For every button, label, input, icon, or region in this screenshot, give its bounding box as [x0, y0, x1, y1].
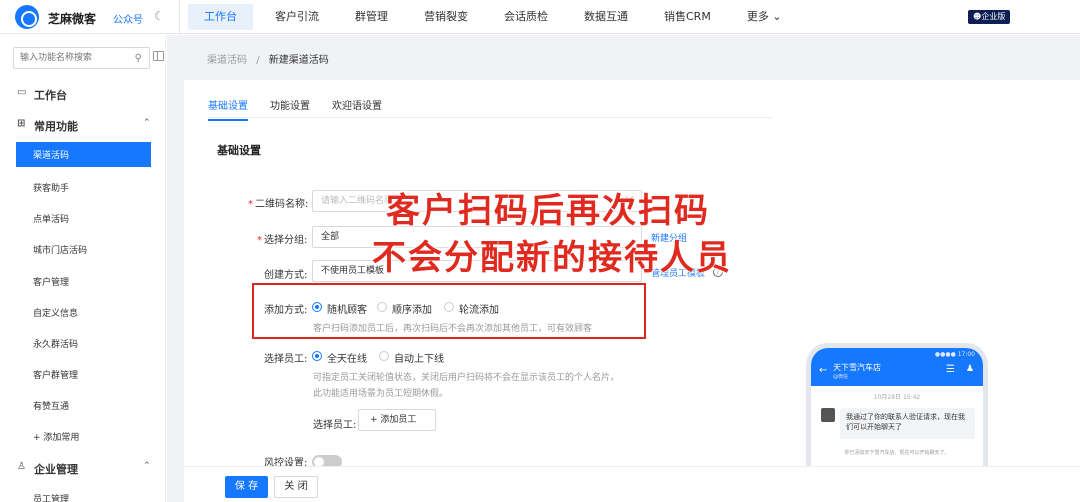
annotation-line-2: 不会分配新的接待人员 [372, 238, 732, 278]
user-icon: ♟ [965, 364, 974, 374]
qr-name-label: * 二维码名称: [248, 199, 309, 210]
back-arrow-icon: ← [819, 365, 828, 376]
nav-session-inspection[interactable]: 会话质检 [490, 0, 562, 34]
form-footer [184, 466, 1080, 502]
brand-name: 芝麻微客 [48, 12, 97, 26]
staff-label: 选择员工: [264, 354, 308, 365]
add-staff-button[interactable]: + 添加员工 [358, 409, 436, 431]
enterprise-badge: ☻企业版 [968, 10, 1011, 24]
nav-customer-acquisition[interactable]: 客户引流 [261, 0, 333, 34]
sidebar-item-label: + 添加常用 [33, 433, 80, 443]
phone-header: ●●●● 17:00 ← 天下雪汽车店 @微信 ☰ ♟ [811, 348, 983, 386]
sidebar-item-label: 客户管理 [33, 278, 70, 288]
topbar-divider [179, 0, 180, 34]
sidebar-group-label: 企业管理 [34, 463, 78, 476]
top-bar: 芝麻微客 公众号 ☾ 工作台 客户引流 群管理 营销裂变 会话质检 数据互通 销… [0, 0, 1080, 34]
create-mode-label: 创建方式: [264, 270, 308, 281]
sidebar: ⚲ ▭ 工作台 ⊞ 常用功能 ⌃ 渠道活码 获客助手 点单活码 城市门店活码 客… [0, 35, 166, 502]
staff-hint-line-2: 此功能适用场景为员工短期休假。 [313, 389, 449, 399]
breadcrumb: 渠道活码 / 新建渠道活码 [207, 51, 329, 66]
qr-name-placeholder: 请输入二维码名称 [321, 196, 394, 206]
radio-dot [312, 302, 322, 312]
sidebar-group-label: 常用功能 [34, 120, 78, 133]
annotation-line-1: 客户扫码后再次扫码 [386, 191, 710, 231]
tab-divider [208, 117, 772, 118]
breadcrumb-separator: / [256, 55, 260, 66]
radio-label: 自动上下线 [394, 354, 444, 365]
sidebar-item-channel-qr[interactable]: 渠道活码 [16, 142, 151, 167]
sidebar-collapse-icon[interactable] [153, 51, 164, 61]
chevron-up-icon: ⌃ [143, 118, 151, 128]
breadcrumb-parent[interactable]: 渠道活码 [207, 55, 247, 66]
menu-icon: ☰ [946, 364, 955, 375]
chat-bubble: 我通过了你的联系人验证请求，现在我们可以开始聊天了 [840, 408, 975, 439]
nav-marketing[interactable]: 营销裂变 [410, 0, 482, 34]
avatar [821, 408, 835, 422]
sidebar-item-label: 工作台 [34, 89, 67, 102]
radio-dot [444, 302, 454, 312]
phone-chat-subtitle: @微信 [833, 374, 849, 380]
main-nav: 工作台 客户引流 群管理 营销裂变 会话质检 数据互通 销售CRM 更多 ⌄ [188, 0, 804, 34]
nav-group-management[interactable]: 群管理 [341, 0, 402, 34]
phone-chat-title: 天下雪汽车店 [833, 363, 881, 372]
nav-data-sync[interactable]: 数据互通 [570, 0, 642, 34]
add-mode-hint: 客户扫码添加员工后，再次扫码后不会再次添加其他员工，可有效顾客 [313, 324, 593, 334]
radio-dot [377, 302, 387, 312]
sidebar-item-label: 点单活码 [33, 215, 70, 225]
radio-dot [312, 351, 322, 361]
apps-icon: ⊞ [17, 118, 26, 129]
sidebar-item-label: 员工管理 [33, 495, 70, 502]
group-label: * 选择分组: [257, 235, 308, 246]
nav-more[interactable]: 更多 ⌄ [733, 0, 796, 34]
account-type-link[interactable]: 公众号 [113, 11, 143, 26]
monitor-icon: ▭ [17, 87, 27, 98]
phone-status-bar: ●●●● 17:00 [934, 351, 975, 358]
nav-workbench[interactable]: 工作台 [188, 4, 253, 30]
radio-label: 顺序添加 [392, 305, 432, 316]
sidebar-item-label: 城市门店活码 [33, 246, 88, 256]
sidebar-item-label: 客户群管理 [33, 371, 79, 381]
system-message: 你已添加天下雪汽车店，现在可以开始聊天了。 [844, 450, 950, 456]
sidebar-search: ⚲ [13, 47, 150, 69]
radio-dot [379, 351, 389, 361]
radio-label: 全天在线 [327, 354, 367, 365]
breadcrumb-current: 新建渠道活码 [268, 55, 329, 66]
phone-timestamp: 10月28日 15:42 [873, 394, 921, 401]
save-button[interactable]: 保 存 [225, 476, 268, 498]
sidebar-item-label: 自定义信息 [33, 309, 79, 319]
sidebar-item-label: 永久群活码 [33, 340, 79, 350]
logo-icon[interactable] [15, 5, 39, 29]
theme-toggle-icon[interactable]: ☾ [154, 9, 165, 23]
sidebar-search-input[interactable] [20, 51, 125, 65]
add-mode-label: 添加方式: [264, 305, 308, 316]
chevron-up-icon: ⌃ [143, 461, 151, 471]
select-staff-label: 选择员工: [313, 420, 357, 431]
staff-hint-line-1: 可指定员工关闭轮值状态，关闭后用户扫码将不会在显示该员工的个人名片， [313, 373, 620, 383]
radio-label: 轮流添加 [459, 305, 499, 316]
search-icon[interactable]: ⚲ [135, 53, 142, 64]
sidebar-item-label: 渠道活码 [33, 151, 70, 161]
sidebar-item-label: 有赞互通 [33, 402, 70, 412]
nav-sales-crm[interactable]: 销售CRM [650, 0, 725, 34]
section-title: 基础设置 [217, 144, 261, 157]
sidebar-item-label: 获客助手 [33, 184, 70, 194]
user-icon: ♙ [17, 461, 26, 472]
radio-label: 随机顾客 [327, 305, 367, 316]
close-button[interactable]: 关 闭 [274, 476, 318, 498]
